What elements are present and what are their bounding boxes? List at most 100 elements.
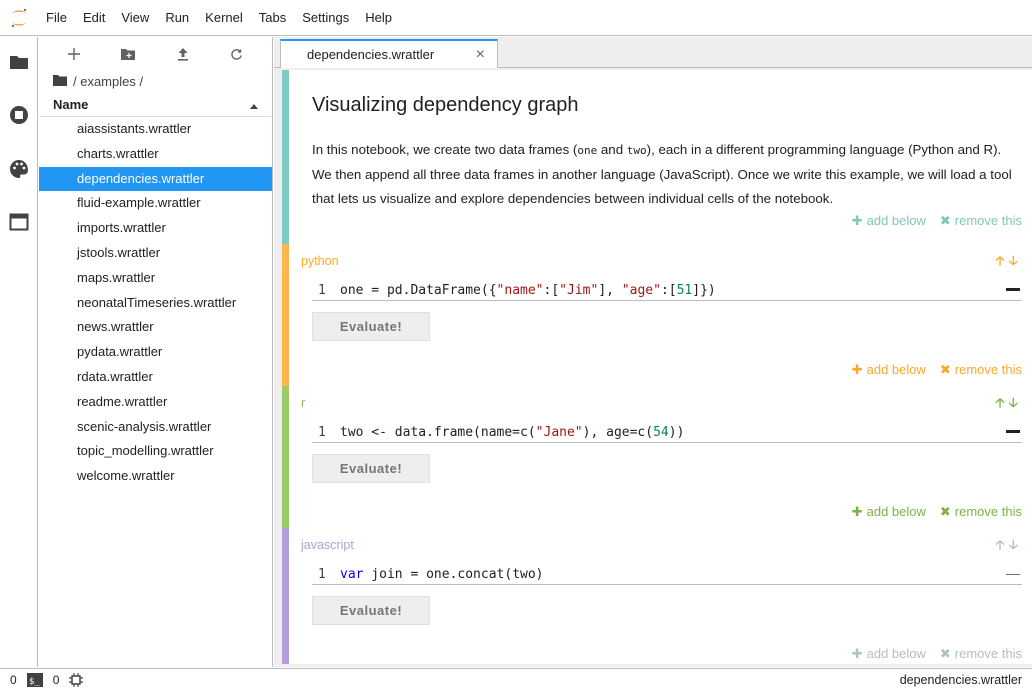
terminal-icon[interactable]: $_ [26,673,43,687]
file-list-item[interactable]: aiassistants.wrattler [39,117,272,142]
file-list-item[interactable]: pydata.wrattler [39,340,272,365]
collapse-dash-icon[interactable] [1006,574,1020,575]
file-list-item[interactable]: rdata.wrattler [39,365,272,390]
evaluate-button[interactable]: Evaluate! [312,312,430,341]
code-token: two <- data.frame(name=c( [340,425,536,440]
cell-language-label: javascript [301,538,354,552]
arrow-up-icon[interactable]: 🡡 [995,537,1008,552]
sort-caret-up-icon[interactable] [250,97,258,112]
code-token: one = pd.DataFrame({ [340,283,497,298]
code-editor[interactable]: 1 one = pd.DataFrame({"name":["Jim"], "ag… [312,281,1022,301]
menu-run[interactable]: Run [157,0,197,36]
r-cell[interactable]: r 🡡🡣 1 two <- data.frame(name=c("Jane"), … [282,386,1032,528]
menu-file[interactable]: File [38,0,75,36]
name-column-header[interactable]: Name [53,97,88,112]
code-editor[interactable]: 1 var join = one.concat(two) [312,565,1022,585]
remove-this-button[interactable]: ✖ remove this [940,213,1022,228]
file-list-item[interactable]: charts.wrattler [39,142,272,167]
file-list-item[interactable]: imports.wrattler [39,216,272,241]
menu-kernel[interactable]: Kernel [197,0,251,36]
add-below-label: add below [866,362,926,377]
plus-icon: ✚ [851,504,863,519]
code-token: "age" [621,283,661,298]
move-arrows: 🡡🡣 [995,394,1022,416]
menu-tabs[interactable]: Tabs [251,0,294,36]
status-filename: dependencies.wrattler [899,673,1022,687]
code-editor[interactable]: 1 two <- data.frame(name=c("Jane"), age=c… [312,423,1022,443]
move-arrows: 🡡🡣 [995,252,1022,274]
x-icon: ✖ [939,646,951,661]
arrow-down-icon[interactable]: 🡣 [1009,395,1022,410]
code-token: ), age=c( [582,425,654,440]
arrow-down-icon[interactable]: 🡣 [1009,537,1022,552]
cell-color-bar [282,386,289,528]
inline-code: two [626,144,647,157]
add-below-button[interactable]: ✚ add below [852,504,926,519]
remove-this-button[interactable]: ✖ remove this [940,504,1022,519]
add-below-button[interactable]: ✚ add below [852,213,926,228]
arrow-down-icon[interactable]: 🡣 [1009,253,1022,268]
arrow-up-icon[interactable]: 🡡 [995,253,1008,268]
running-stop-icon[interactable] [7,103,31,127]
code-token: 54 [653,425,669,440]
x-icon: ✖ [939,504,951,519]
new-launcher-plus-icon[interactable] [62,42,86,66]
upload-icon[interactable] [171,42,195,66]
file-list-item[interactable]: topic_modelling.wrattler [39,439,272,464]
file-list-item-selected[interactable]: dependencies.wrattler [39,166,272,192]
code-token: "name" [496,283,544,298]
file-list-item[interactable]: welcome.wrattler [39,464,272,489]
menu-settings[interactable]: Settings [294,0,357,36]
cell-actions: ✚ add below ✖ remove this [838,646,1022,662]
arrow-up-icon[interactable]: 🡡 [995,395,1008,410]
file-list-item[interactable]: jstools.wrattler [39,241,272,266]
tab-dependencies[interactable]: dependencies.wrattler × [280,39,498,68]
code-token: )) [668,425,685,440]
plus-icon: ✚ [851,213,863,228]
x-icon: ✖ [939,213,951,228]
cell-actions: ✚ add below ✖ remove this [838,504,1022,520]
plus-icon: ✚ [851,362,863,377]
menu-view[interactable]: View [113,0,157,36]
file-list-item[interactable]: fluid-example.wrattler [39,191,272,216]
menu-edit[interactable]: Edit [75,0,113,36]
python-cell[interactable]: python 🡡🡣 1 one = pd.DataFrame({"name":["… [282,244,1032,386]
evaluate-button[interactable]: Evaluate! [312,454,430,483]
paragraph-text: and [597,142,627,157]
x-icon: ✖ [939,362,951,377]
add-below-button[interactable]: ✚ add below [852,646,926,661]
file-list-item[interactable]: neonatalTimeseries.wrattler [39,291,272,316]
remove-this-button[interactable]: ✖ remove this [940,362,1022,377]
tab-bar: dependencies.wrattler × [274,37,1032,68]
notebook-content: Visualizing dependency graph In this not… [282,70,1032,664]
cell-actions: ✚ add below ✖ remove this [838,213,1022,229]
javascript-cell[interactable]: javascript 🡡🡣 1 var join = one.concat(two… [282,528,1032,664]
menu-help[interactable]: Help [357,0,400,36]
close-icon[interactable]: × [476,46,485,64]
main-area: dependencies.wrattler × Visualizing depe… [274,37,1032,667]
file-list-item[interactable]: news.wrattler [39,315,272,340]
file-list-item[interactable]: readme.wrattler [39,390,272,415]
file-list-item[interactable]: scenic-analysis.wrattler [39,415,272,440]
cell-language-label: r [301,396,306,410]
refresh-icon[interactable] [225,42,249,66]
evaluate-button[interactable]: Evaluate! [312,596,430,625]
file-list-header[interactable]: Name [39,93,272,117]
palette-icon[interactable] [7,157,31,181]
folder-breadcrumb-icon[interactable] [53,74,67,89]
file-list-item[interactable]: maps.wrattler [39,266,272,291]
breadcrumb-path[interactable]: / examples / [73,74,143,89]
remove-this-label: remove this [954,362,1022,377]
markdown-cell[interactable]: Visualizing dependency graph In this not… [282,70,1032,244]
remove-this-button[interactable]: ✖ remove this [940,646,1022,661]
tabs-window-icon[interactable] [7,210,31,234]
add-below-label: add below [866,504,926,519]
add-below-button[interactable]: ✚ add below [852,362,926,377]
folder-icon[interactable] [7,50,31,74]
kernel-chip-icon[interactable] [69,673,84,687]
new-folder-icon[interactable] [116,42,140,66]
cell-color-bar [282,70,289,244]
collapse-dash-icon[interactable] [1006,288,1020,291]
collapse-dash-icon[interactable] [1006,430,1020,433]
remove-this-label: remove this [954,646,1022,661]
